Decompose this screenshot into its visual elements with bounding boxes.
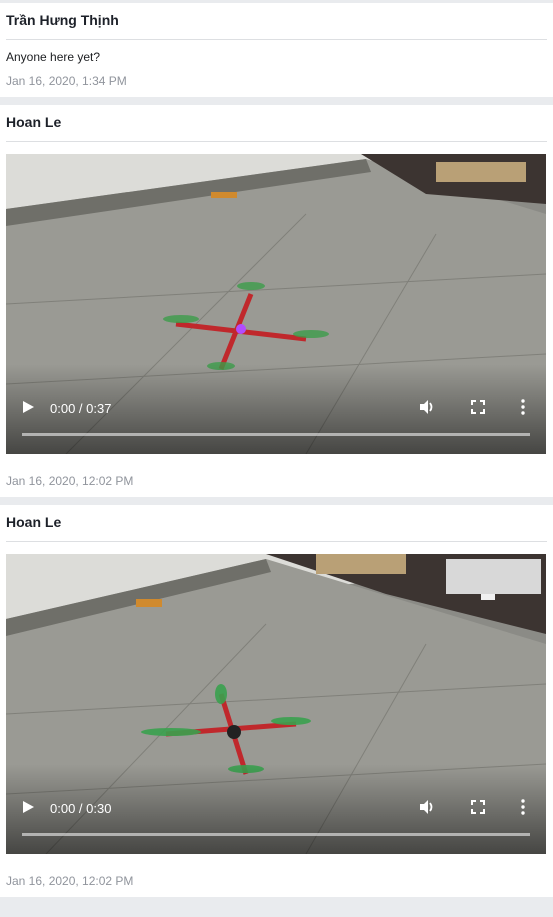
post-timestamp: Jan 16, 2020, 1:34 PM	[6, 74, 127, 88]
post-text: Anyone here yet?	[6, 50, 101, 64]
video-player[interactable]: 0:00 / 0:37	[6, 154, 546, 454]
play-icon[interactable]	[21, 800, 35, 814]
post-separator	[0, 97, 553, 105]
video-progress-bar[interactable]	[22, 433, 530, 436]
video-time: 0:00 / 0:37	[50, 401, 112, 416]
more-options-icon[interactable]	[520, 798, 526, 816]
fullscreen-icon[interactable]	[470, 399, 486, 415]
more-options-icon[interactable]	[520, 398, 526, 416]
play-icon[interactable]	[21, 400, 35, 414]
volume-icon[interactable]	[418, 798, 436, 816]
post-author: Hoan Le	[6, 505, 547, 542]
video-progress-bar[interactable]	[22, 833, 530, 836]
video-time: 0:00 / 0:30	[50, 801, 112, 816]
post-author: Hoan Le	[6, 105, 547, 142]
video-post: Hoan Le 0:00 / 0:30 Jan 16, 2020, 12:02 …	[0, 505, 553, 897]
video-player[interactable]: 0:00 / 0:30	[6, 554, 546, 854]
message-post: Trần Hưng Thịnh Anyone here yet? Jan 16,…	[0, 3, 553, 97]
volume-icon[interactable]	[418, 398, 436, 416]
post-timestamp: Jan 16, 2020, 12:02 PM	[6, 874, 134, 888]
post-author: Trần Hưng Thịnh	[6, 3, 547, 40]
fullscreen-icon[interactable]	[470, 799, 486, 815]
post-timestamp: Jan 16, 2020, 12:02 PM	[6, 474, 134, 488]
video-post: Hoan Le 0:00 / 0:37 Jan 16, 2020, 12:02 …	[0, 105, 553, 497]
post-separator	[0, 497, 553, 505]
